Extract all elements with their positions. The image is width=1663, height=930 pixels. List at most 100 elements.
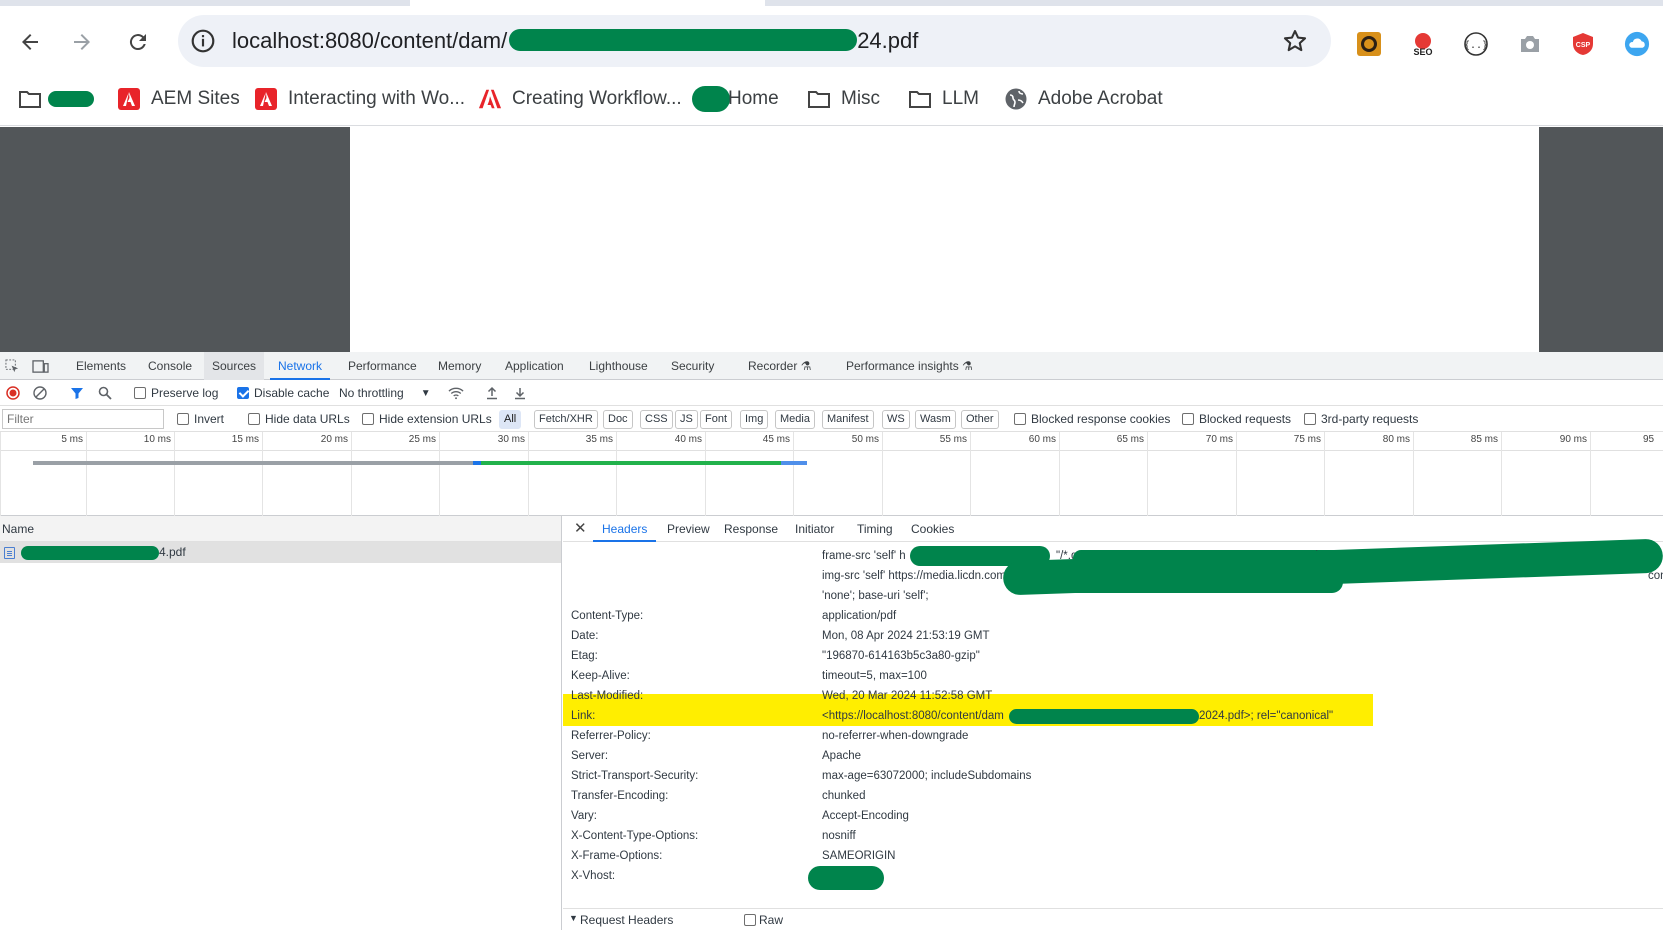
url-text[interactable]: localhost:8080/content/dam/24.pdf xyxy=(232,28,918,54)
request-headers-section[interactable]: ▼ Request Headers Raw xyxy=(563,908,1663,930)
back-button[interactable] xyxy=(14,26,46,58)
tab-performance[interactable]: Performance xyxy=(340,352,425,380)
hide-extension-urls-checkbox[interactable]: Hide extension URLs xyxy=(362,406,492,432)
timeline-tick: 85 ms xyxy=(1413,432,1501,516)
cloud-icon[interactable] xyxy=(1624,31,1650,57)
type-filter-manifest[interactable]: Manifest xyxy=(822,410,874,429)
bookmark-home[interactable]: Home xyxy=(692,84,779,114)
tab-cookies[interactable]: Cookies xyxy=(902,516,963,542)
header-name: Strict-Transport-Security: xyxy=(571,770,699,782)
request-waterfall-waiting-bar xyxy=(33,461,473,465)
inspect-element-icon[interactable] xyxy=(5,359,20,374)
network-overview-timeline[interactable]: 5 ms 10 ms 15 ms 20 ms 25 ms 30 ms 35 ms… xyxy=(0,432,1663,516)
blocked-requests-checkbox[interactable]: Blocked requests xyxy=(1182,406,1291,432)
tab-lighthouse[interactable]: Lighthouse xyxy=(581,352,656,380)
hide-data-urls-checkbox[interactable]: Hide data URLs xyxy=(248,406,350,432)
request-row[interactable]: 4.pdf xyxy=(0,542,561,563)
bookmark-label: Adobe Acrobat xyxy=(1038,88,1163,109)
filter-bar: Invert Hide data URLs Hide extension URL… xyxy=(0,406,1663,432)
type-filter-img[interactable]: Img xyxy=(740,410,769,429)
response-header-row: Last-Modified: Wed, 20 Mar 2024 11:52:58 … xyxy=(563,686,1663,706)
bookmark-misc[interactable]: Misc xyxy=(807,84,880,114)
tab-initiator[interactable]: Initiator xyxy=(786,516,843,542)
reload-button[interactable] xyxy=(122,26,154,58)
type-filter-wasm[interactable]: Wasm xyxy=(915,410,956,429)
raw-checkbox[interactable] xyxy=(744,914,756,926)
tab-timing[interactable]: Timing xyxy=(848,516,902,542)
blocked-response-cookies-checkbox[interactable]: Blocked response cookies xyxy=(1014,406,1170,432)
address-bar[interactable]: localhost:8080/content/dam/24.pdf xyxy=(178,15,1331,67)
tab-performance-insights[interactable]: Performance insights ⚗ xyxy=(838,352,981,380)
svg-text:CSP: CSP xyxy=(1576,42,1591,49)
tab-headers[interactable]: Headers xyxy=(593,516,657,542)
type-filter-fetch-xhr[interactable]: Fetch/XHR xyxy=(534,410,598,429)
bookmark-llm[interactable]: LLM xyxy=(908,84,979,114)
tab-elements[interactable]: Elements xyxy=(68,352,134,380)
tab-application[interactable]: Application xyxy=(497,352,572,380)
checkbox[interactable] xyxy=(1304,413,1316,425)
network-conditions-button[interactable] xyxy=(448,380,465,406)
tab-response[interactable]: Response xyxy=(715,516,787,542)
name-column-header[interactable]: Name xyxy=(0,516,561,542)
tab-preview[interactable]: Preview xyxy=(658,516,719,542)
export-har-button[interactable] xyxy=(513,380,527,406)
header-value: SAMEORIGIN xyxy=(822,850,896,862)
third-party-requests-checkbox[interactable]: 3rd-party requests xyxy=(1304,406,1418,432)
tab-recorder[interactable]: Recorder ⚗ xyxy=(740,352,819,380)
expand-triangle-icon[interactable]: ▼ xyxy=(569,913,578,923)
response-header-row: Vary: Accept-Encoding xyxy=(563,806,1663,826)
tab-sources[interactable]: Sources xyxy=(204,352,265,380)
tab-console[interactable]: Console xyxy=(140,352,200,380)
import-har-button[interactable] xyxy=(485,380,499,406)
type-filter-doc[interactable]: Doc xyxy=(603,410,633,429)
camera-icon[interactable] xyxy=(1517,31,1543,57)
header-name: Etag: xyxy=(571,650,598,662)
throttling-select[interactable]: No throttling ▼ xyxy=(339,380,431,406)
header-value: "196870-614163b5c3a80-gzip" xyxy=(822,650,980,662)
type-filter-font[interactable]: Font xyxy=(700,410,733,429)
checkbox[interactable] xyxy=(1182,413,1194,425)
type-filter-js[interactable]: JS xyxy=(675,410,698,429)
checkbox[interactable] xyxy=(248,413,260,425)
header-value: application/pdf xyxy=(822,610,897,622)
checkbox-checked[interactable] xyxy=(237,387,249,399)
device-toolbar-icon[interactable] xyxy=(32,359,49,374)
bookmark-interacting-with-workflows[interactable]: Interacting with Wo... xyxy=(254,84,465,114)
json-viewer-icon[interactable]: {..} xyxy=(1463,31,1489,57)
search-icon xyxy=(98,386,112,400)
disable-cache-checkbox[interactable]: Disable cache xyxy=(237,380,329,406)
tab-network[interactable]: Network xyxy=(270,352,331,380)
tab-memory[interactable]: Memory xyxy=(430,352,489,380)
filter-input[interactable] xyxy=(2,409,164,429)
checkbox[interactable] xyxy=(134,387,146,399)
type-filter-media[interactable]: Media xyxy=(775,410,815,429)
bookmark-folder-redacted[interactable] xyxy=(18,84,94,114)
bookmark-adobe-acrobat[interactable]: Adobe Acrobat xyxy=(1004,84,1163,114)
bookmark-creating-workflow[interactable]: Creating Workflow... xyxy=(478,84,682,114)
preserve-log-checkbox[interactable]: Preserve log xyxy=(134,380,218,406)
header-name: Link: xyxy=(571,710,596,722)
close-detail-button[interactable]: ✕ xyxy=(565,516,596,542)
checkbox[interactable] xyxy=(177,413,189,425)
type-filter-css[interactable]: CSS xyxy=(640,410,673,429)
search-button[interactable] xyxy=(98,380,112,406)
clear-button[interactable] xyxy=(33,380,47,406)
checkbox[interactable] xyxy=(1014,413,1026,425)
type-filter-ws[interactable]: WS xyxy=(882,410,910,429)
bookmark-star-icon[interactable] xyxy=(1281,27,1309,55)
checkbox[interactable] xyxy=(362,413,374,425)
invert-checkbox[interactable]: Invert xyxy=(177,406,224,432)
type-filter-other[interactable]: Other xyxy=(961,410,999,429)
forward-button[interactable] xyxy=(66,26,98,58)
site-info-icon[interactable] xyxy=(190,28,216,54)
type-filter-all[interactable]: All xyxy=(499,410,522,429)
filter-toggle[interactable] xyxy=(70,380,84,406)
timeline-tick: 45 ms xyxy=(705,432,793,516)
csp-text: img-src 'self' https://media.licdn.com xyxy=(822,570,1006,582)
dark-reader-icon[interactable] xyxy=(1356,31,1382,57)
seo-icon[interactable]: SEO xyxy=(1410,31,1436,57)
bookmark-aem-sites[interactable]: AEM Sites xyxy=(117,84,240,114)
record-button[interactable] xyxy=(6,380,20,406)
tab-security[interactable]: Security xyxy=(663,352,722,380)
csp-shield-icon[interactable]: CSP xyxy=(1570,31,1596,57)
